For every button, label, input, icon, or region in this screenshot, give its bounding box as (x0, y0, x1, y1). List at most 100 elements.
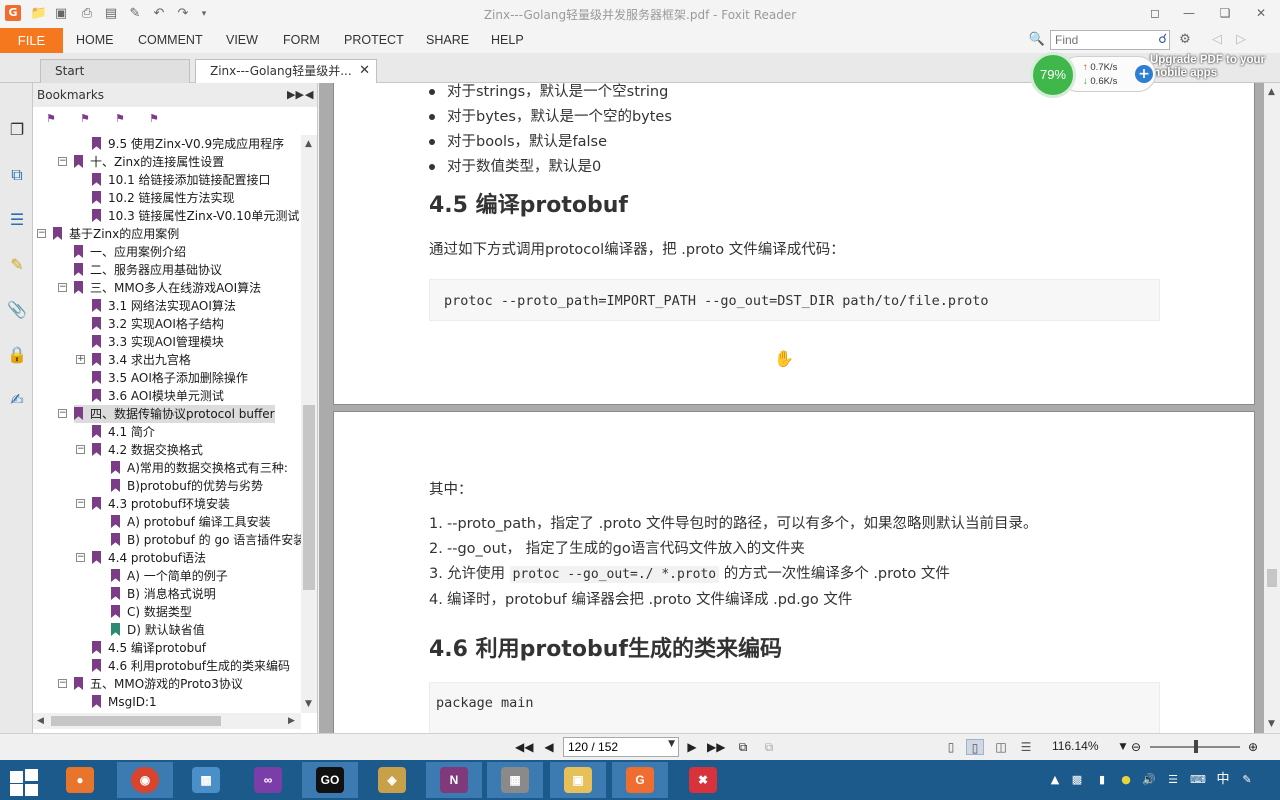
collapse-panel-icon[interactable]: ◀ (305, 83, 313, 107)
taskbar-app-remote-desktop[interactable]: ▩ (178, 762, 234, 798)
tab-view[interactable]: VIEW (226, 28, 258, 53)
bookmark-item[interactable]: 基于Zinx的应用案例 (53, 225, 179, 243)
document-view[interactable]: 对于strings，默认是一个空string 对于bytes，默认是一个空的by… (319, 83, 1264, 733)
scroll-up-icon[interactable]: ▲ (1268, 87, 1275, 97)
find-input[interactable] (1051, 31, 1151, 49)
bookmark-item[interactable]: 3.2 实现AOI格子结构 (92, 315, 224, 333)
bookmark-item[interactable]: 4.4 protobuf语法 (92, 549, 206, 567)
bookmark-item[interactable]: D) 默认缺省值 (111, 621, 205, 639)
page-number-field[interactable]: ▼ (563, 737, 679, 757)
signature-panel-icon[interactable]: ✍ (5, 388, 29, 412)
maximize-button[interactable]: ❏ (1214, 3, 1236, 23)
close-button[interactable]: ✕ (1250, 3, 1272, 23)
collapse-icon[interactable]: − (58, 679, 67, 688)
comments-panel-icon[interactable]: ✎ (5, 253, 29, 277)
add-bookmark-icon[interactable]: ⚑ (80, 112, 94, 127)
taskbar-app-foxit[interactable]: G (612, 762, 668, 798)
wifi-icon[interactable]: ☰ (1164, 771, 1182, 789)
security-panel-icon[interactable]: 🔒 (5, 343, 29, 367)
tab-protect[interactable]: PROTECT (344, 28, 404, 53)
bookmark-item[interactable]: 3.6 AOI模块单元测试 (92, 387, 224, 405)
collapse-icon[interactable]: − (76, 499, 85, 508)
zoom-out-icon[interactable]: ⊖ (1127, 738, 1145, 756)
bookmark-item[interactable]: A) 一个简单的例子 (111, 567, 228, 585)
bookmark-item[interactable]: 4.3 protobuf环境安装 (92, 495, 230, 513)
next-result-icon[interactable]: ▷ (1232, 31, 1250, 49)
taskbar-app-paint[interactable]: ◈ (364, 762, 420, 798)
bookmark-item[interactable]: 3.3 实现AOI管理模块 (92, 333, 224, 351)
scroll-up-icon[interactable]: ▲ (305, 139, 312, 149)
expand-icon[interactable]: + (76, 355, 85, 364)
bookmark-item[interactable]: A) protobuf 编译工具安装 (111, 513, 271, 531)
accelerate-icon[interactable]: + (1135, 65, 1153, 83)
scroll-thumb[interactable] (303, 405, 315, 590)
collapse-icon[interactable]: − (58, 157, 67, 166)
input-method-icon[interactable]: 中 (1214, 771, 1232, 789)
tab-share[interactable]: SHARE (426, 28, 469, 53)
file-tab[interactable]: FILE (0, 28, 63, 53)
bookmark-item[interactable]: 4.6 利用protobuf生成的类来编码 (92, 657, 290, 675)
taskbar-app-xmind[interactable]: ✖ (675, 762, 731, 798)
taskbar-app-photos[interactable]: ● (52, 762, 108, 798)
scroll-thumb[interactable] (51, 716, 221, 726)
bookmark-item[interactable]: 4.1 简介 (92, 423, 155, 441)
collapse-icon[interactable]: − (37, 229, 46, 238)
network-tray-icon[interactable]: ▩ (1068, 771, 1086, 789)
action-center-icon[interactable]: ✎ (1238, 771, 1256, 789)
scroll-thumb[interactable] (1267, 569, 1277, 587)
memory-usage-circle[interactable]: 79% (1030, 52, 1076, 98)
expand-panel-icon[interactable]: ▶▶ (287, 83, 304, 107)
single-page-view-icon[interactable]: ▯ (942, 739, 960, 755)
bookmark-item[interactable]: 10.2 链接属性方法实现 (92, 189, 235, 207)
chevron-down-icon[interactable]: ▼ (668, 739, 675, 749)
keyboard-icon[interactable]: ⌨ (1189, 771, 1207, 789)
taskbar-app-file-explorer[interactable]: ▣ (550, 762, 606, 798)
delete-bookmark-icon[interactable]: ⚑ (46, 112, 60, 127)
move-bookmark-icon[interactable]: ⚑ (115, 112, 129, 127)
taskbar-app-goland[interactable]: GO (302, 762, 358, 798)
scroll-down-icon[interactable]: ▼ (305, 699, 312, 709)
bookmark-item[interactable]: A)常用的数据交换格式有三种: (111, 459, 288, 477)
bookmark-item[interactable]: 三、MMO多人在线游戏AOI算法 (74, 279, 261, 297)
scroll-right-icon[interactable]: ▶ (288, 716, 295, 726)
collapse-icon[interactable]: − (58, 409, 67, 418)
bookmarks-horizontal-scrollbar[interactable]: ◀ ▶ (33, 713, 301, 729)
facing-view-icon[interactable]: ◫ (992, 739, 1010, 755)
bookmark-item[interactable]: C) 数据类型 (111, 603, 192, 621)
document-vertical-scrollbar[interactable]: ▲ ▼ (1264, 83, 1280, 733)
network-speed-widget[interactable]: ↑ 0.7K/s ↓ 0.6K/s + 79% (1030, 52, 1158, 98)
windows-start-icon[interactable] (8, 768, 40, 796)
collapse-icon[interactable]: − (76, 553, 85, 562)
settings-icon[interactable]: ⚙ (1176, 31, 1194, 49)
bookmark-item[interactable]: 一、应用案例介绍 (74, 243, 186, 261)
find-field[interactable]: ☌ (1050, 30, 1170, 50)
taskbar-app-onenote[interactable]: N (426, 762, 482, 798)
bookmark-item[interactable]: 9.5 使用Zinx-V0.9完成应用程序 (92, 135, 284, 153)
bookmark-item[interactable]: B) protobuf 的 go 语言插件安装 (111, 531, 301, 549)
bookmark-item[interactable]: B)protobuf的优势与劣势 (111, 477, 263, 495)
pages-panel-icon[interactable]: ⧉ (5, 163, 29, 187)
bookmark-item[interactable]: 10.1 给链接添加链接配置接口 (92, 171, 271, 189)
restore-ribbon-icon[interactable]: ◻ (1144, 3, 1166, 23)
volume-icon[interactable]: 🔊 (1140, 771, 1158, 789)
bookmark-item[interactable]: B) 消息格式说明 (111, 585, 216, 603)
bookmark-item[interactable]: 3.4 求出九宫格 (92, 351, 191, 369)
zoom-slider-thumb[interactable] (1194, 740, 1198, 753)
continuous-facing-view-icon[interactable]: ☰ (1017, 739, 1035, 755)
layers-panel-icon[interactable]: ☰ (5, 208, 29, 232)
bookmark-item[interactable]: 五、MMO游戏的Proto3协议 (74, 675, 243, 693)
tab-start[interactable]: Start (40, 59, 190, 83)
zoom-level[interactable]: 116.14% (1052, 739, 1098, 753)
show-hidden-icons-icon[interactable]: ▲ (1046, 771, 1064, 789)
bookmarks-vertical-scrollbar[interactable]: ▲ ▼ (301, 135, 317, 713)
tab-document[interactable]: Zinx---Golang轻量级并... ✕ (195, 59, 377, 83)
zoom-in-icon[interactable]: ⊕ (1244, 738, 1262, 756)
bookmark-item[interactable]: 二、服务器应用基础协议 (74, 261, 222, 279)
scroll-down-icon[interactable]: ▼ (1268, 719, 1275, 729)
last-page-icon[interactable]: ▶▶ (707, 738, 725, 756)
tab-home[interactable]: HOME (76, 28, 114, 53)
bookmark-item[interactable]: 4.5 编译protobuf (92, 639, 206, 657)
scroll-left-icon[interactable]: ◀ (37, 716, 44, 726)
prev-result-icon[interactable]: ◁ (1208, 31, 1226, 49)
next-page-icon[interactable]: ▶ (683, 738, 701, 756)
